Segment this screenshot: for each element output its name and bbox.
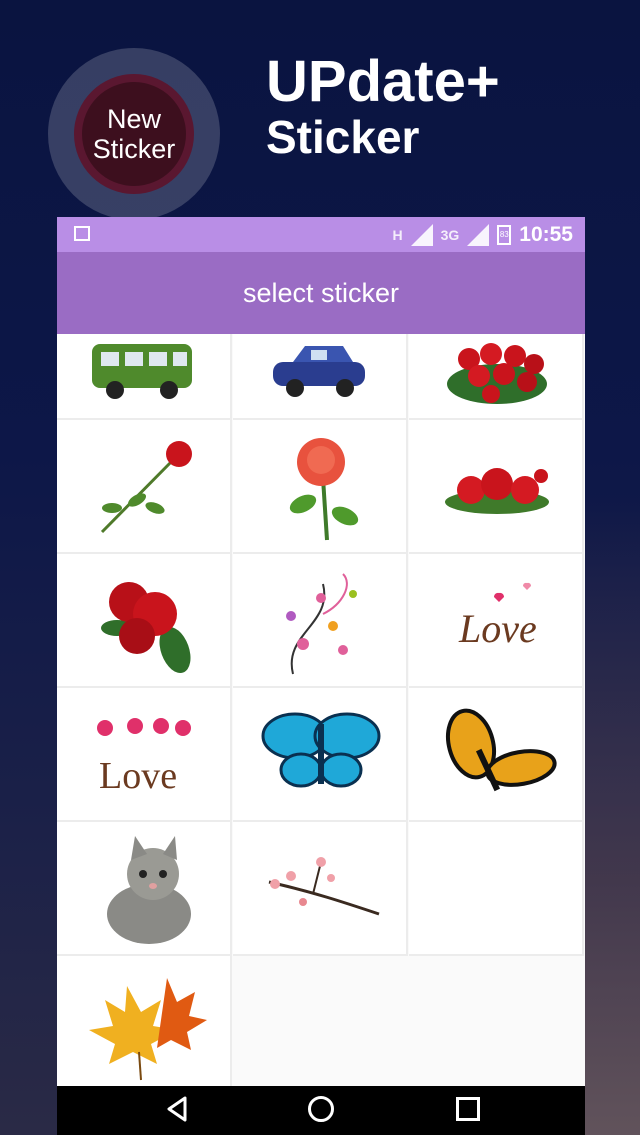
sticker-green-bus[interactable] [57,334,232,420]
phone-screen: H 3G 83 10:55 select sticker Love Love [57,217,585,1135]
navigation-bar [57,1086,585,1135]
headline-line1: UPdate+ [266,49,500,114]
clock: 10:55 [519,222,573,246]
toolbar-title: select sticker [242,277,400,308]
badge-line1: New [106,104,161,134]
signal-icon [410,223,433,246]
monarch-butterfly-icon [445,708,557,792]
love-hearts-icon: Love [97,718,191,797]
sticker-kitten[interactable] [57,822,232,956]
headline-line2: Sticker [266,111,420,163]
sticker-floral-swirl[interactable] [233,554,408,688]
network-3g-label: 3G [440,226,460,243]
app-toolbar: select sticker [57,252,585,334]
sticker-pink-rose[interactable] [233,420,408,554]
sticker-roses-bunch[interactable] [57,554,232,688]
sticker-grid[interactable]: Love Love [57,334,585,1086]
love-hearts-text: Love [99,755,177,797]
recent-apps-icon[interactable] [456,1097,480,1121]
status-bar: H 3G 83 10:55 [57,217,585,252]
autumn-leaves-icon [89,978,207,1081]
battery-icon: 83 [497,224,512,245]
promo-headline: UPdate+ Sticker [266,49,500,163]
sticker-love-script[interactable]: Love [409,554,584,688]
gallery-notification-icon [74,226,90,241]
floral-swirl-icon [286,573,357,675]
sticker-autumn-leaves[interactable] [57,956,232,1086]
home-icon[interactable] [308,1096,334,1122]
cherry-blossom-icon [268,857,380,916]
love-script-icon: Love [458,582,537,651]
kitten-icon [107,836,191,944]
sticker-single-rose[interactable] [57,420,232,554]
roses-row-icon [445,468,549,514]
network-h-label: H [392,226,403,243]
car-icon [273,346,365,397]
sticker-roses-row[interactable] [409,420,584,554]
signal-icon-2 [467,223,490,246]
sticker-love-hearts[interactable]: Love [57,688,232,822]
pink-rose-icon [289,438,359,541]
sticker-blue-butterfly[interactable] [233,688,408,822]
blue-butterfly-icon [261,712,381,788]
sticker-blue-car[interactable] [233,334,408,420]
bus-icon [92,344,192,399]
love-script-text: Love [458,606,537,651]
sticker-empty-slot[interactable] [409,822,584,956]
back-icon[interactable] [165,1096,189,1122]
roses-bunch-icon [101,582,191,674]
sticker-monarch-butterfly[interactable] [409,688,584,822]
badge-line2: Sticker [92,134,176,164]
new-sticker-badge: New Sticker [48,48,220,220]
single-rose-icon [100,441,192,534]
sticker-rose-bouquet[interactable] [409,334,584,420]
rose-bouquet-icon [447,343,547,404]
sticker-cherry-blossom[interactable] [233,822,408,956]
